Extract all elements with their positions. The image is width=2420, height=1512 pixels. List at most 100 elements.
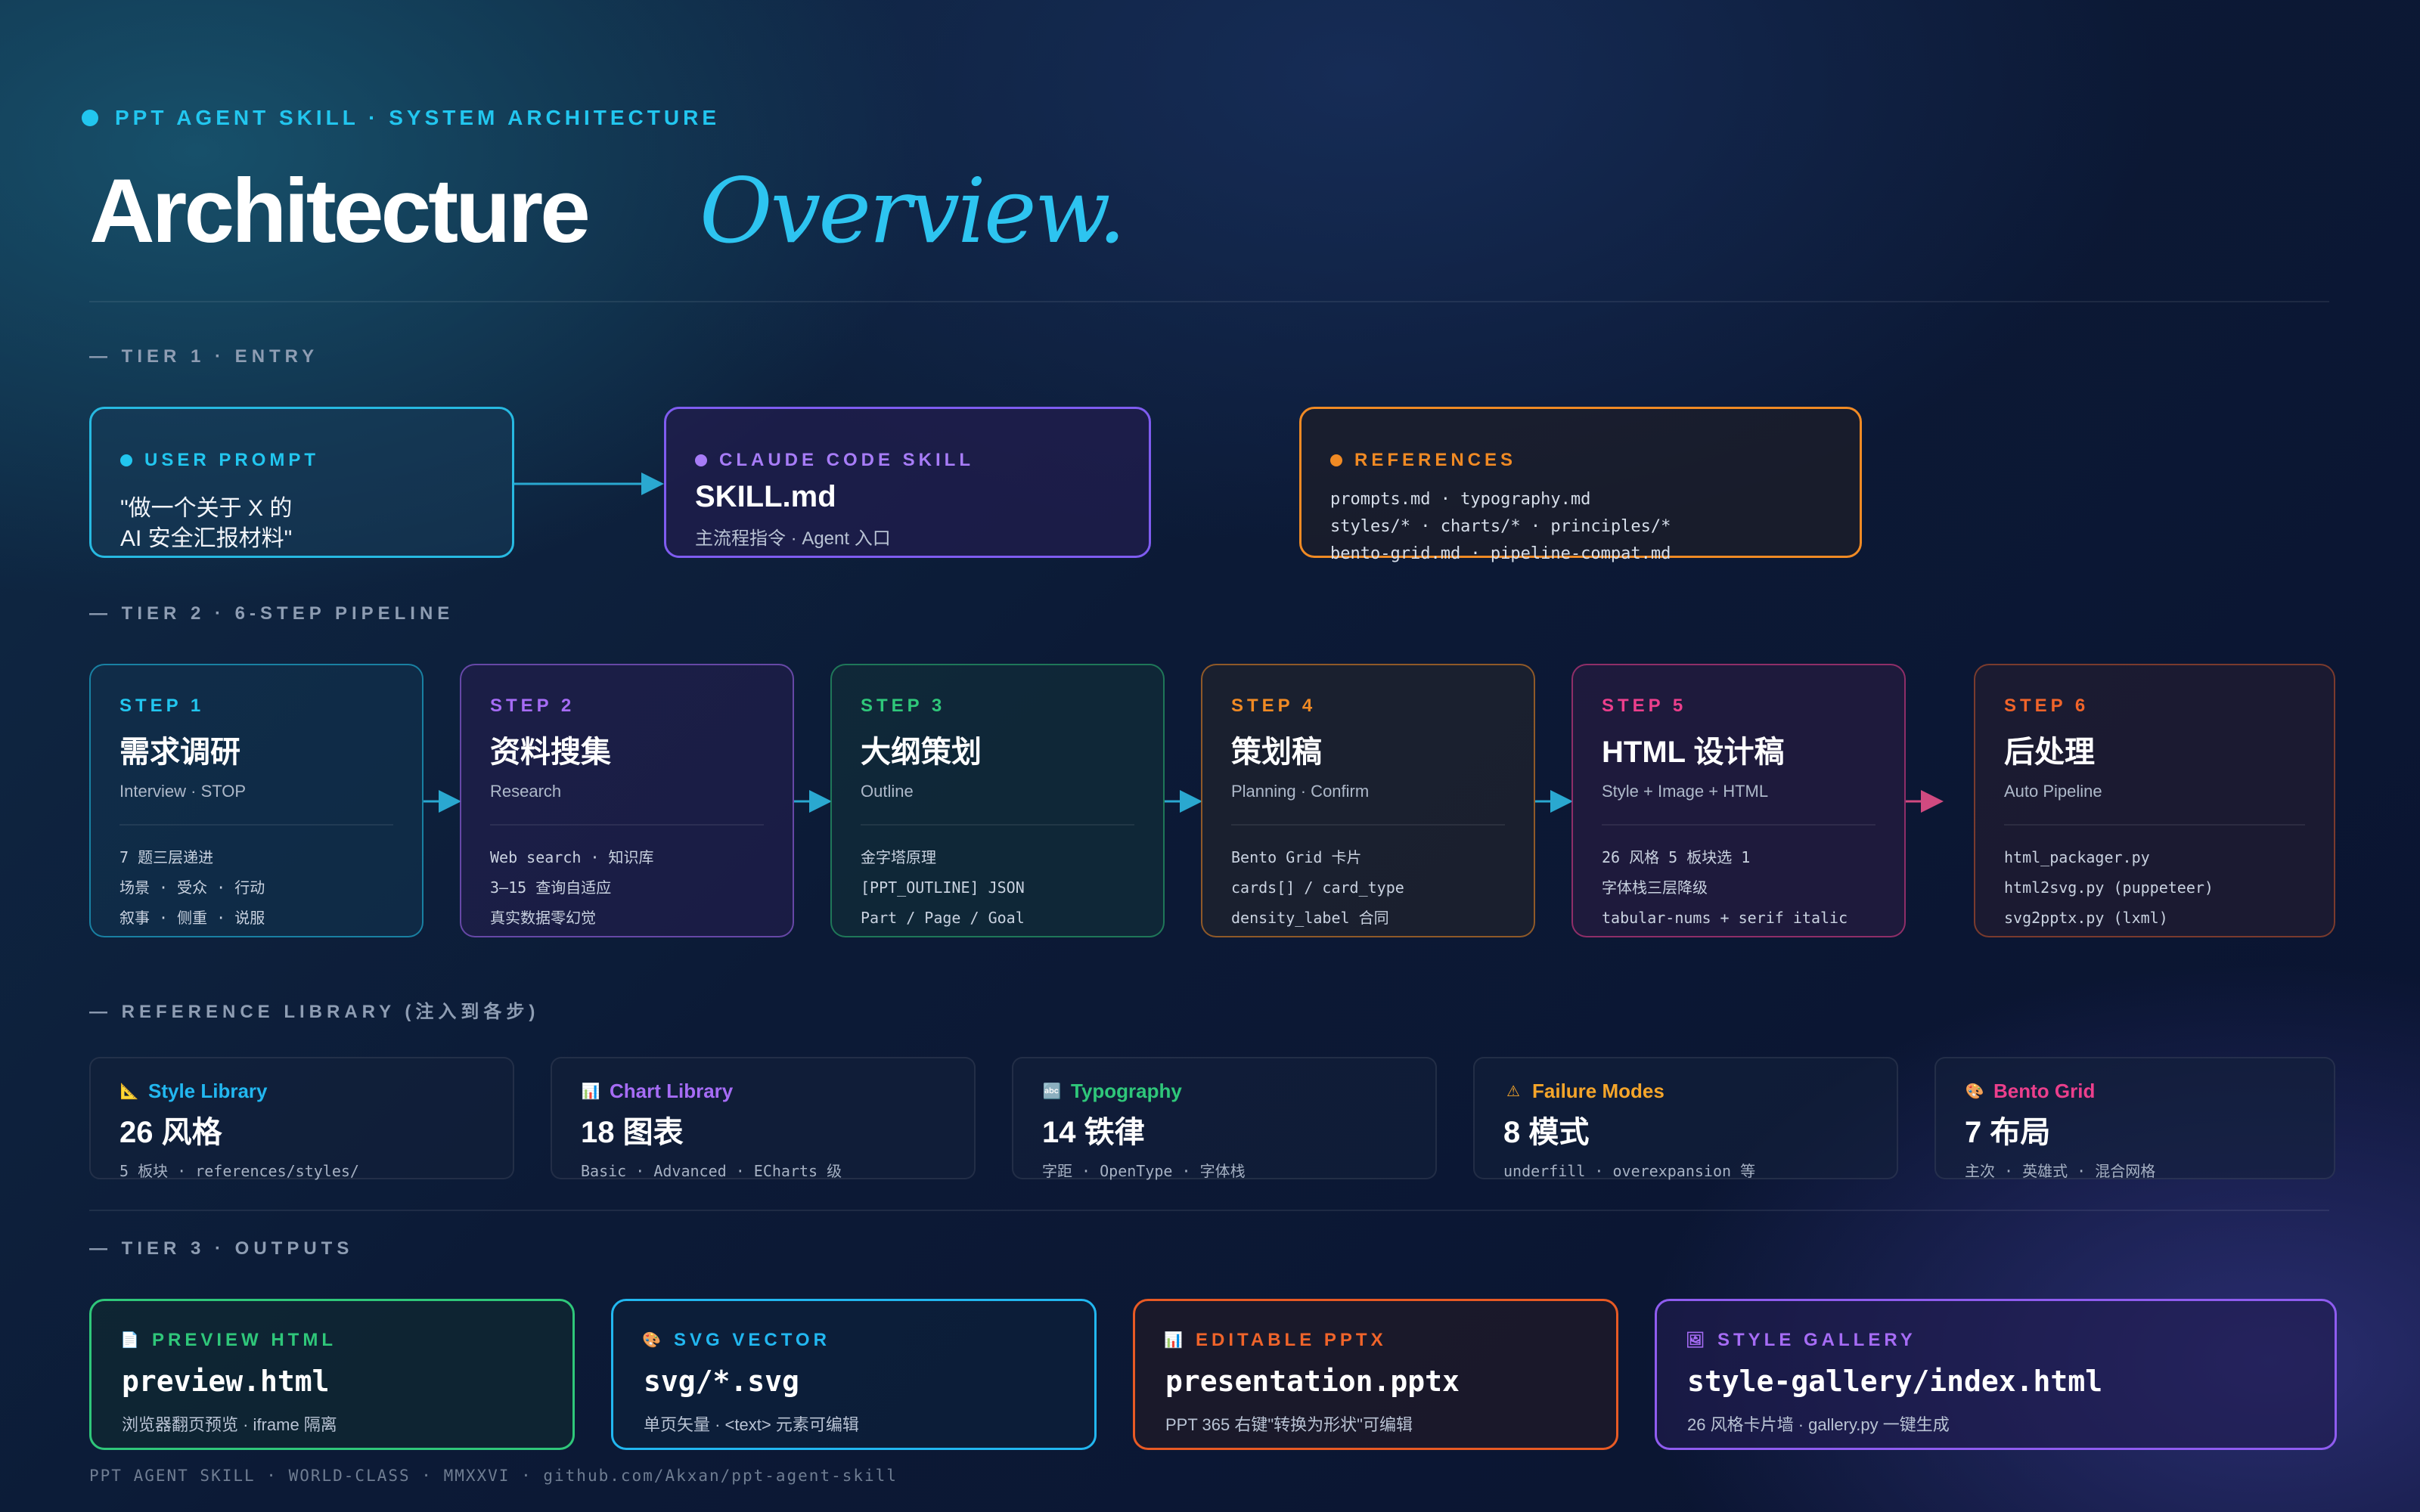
- library-card-bento: 🎨 Bento Grid 7 布局 主次 · 英雄式 · 混合网格: [1934, 1057, 2335, 1180]
- step-card-2: STEP 2 资料搜集 Research Web search · 知识库 3–…: [460, 664, 794, 937]
- warning-icon: ⚠: [1506, 1083, 1520, 1100]
- step-line: 金字塔原理: [861, 848, 936, 866]
- step-card-4: STEP 4 策划稿 Planning · Confirm Bento Grid…: [1201, 664, 1535, 937]
- claude-skill-card: CLAUDE CODE SKILL SKILL.md 主流程指令 · Agent…: [664, 407, 1151, 558]
- library-value: 7 布局: [1965, 1116, 2051, 1149]
- title-italic: Overview.: [699, 159, 1126, 263]
- step-line: 字体栈三层降级: [1602, 878, 1708, 897]
- divider: [89, 1210, 2329, 1211]
- step-divider: [119, 824, 393, 826]
- library-desc: 字距 · OpenType · 字体栈: [1042, 1162, 1246, 1180]
- output-label: EDITABLE PPTX: [1196, 1330, 1387, 1350]
- gallery-icon: 🖼: [1685, 1332, 1709, 1349]
- step-sub: Outline: [861, 782, 914, 801]
- library-value: 14 铁律: [1042, 1116, 1145, 1149]
- output-title: svg/*.svg: [644, 1365, 799, 1398]
- library-title: Chart Library: [610, 1080, 734, 1102]
- step-card-5: STEP 5 HTML 设计稿 Style + Image + HTML 26 …: [1571, 664, 1906, 937]
- chart-icon: 📊: [1164, 1332, 1187, 1349]
- step-title: 大纲策划: [861, 736, 982, 769]
- user-prompt-line2: AI 安全汇报材料": [120, 526, 293, 551]
- user-prompt-card: USER PROMPT "做一个关于 X 的 AI 安全汇报材料": [89, 407, 514, 558]
- library-label: — REFERENCE LIBRARY (注入到各步): [89, 1002, 540, 1022]
- palette-icon: 🎨: [642, 1332, 665, 1349]
- output-title: presentation.pptx: [1165, 1365, 1460, 1398]
- step-card-6: STEP 6 后处理 Auto Pipeline html_packager.p…: [1974, 664, 2335, 937]
- references-label: REFERENCES: [1354, 450, 1517, 470]
- page-title: Architecture Overview.: [89, 159, 1126, 263]
- step-line: 真实数据零幻觉: [490, 909, 596, 927]
- references-card: REFERENCES prompts.md · typography.md st…: [1299, 407, 1862, 563]
- library-value: 26 风格: [119, 1116, 222, 1149]
- output-label: STYLE GALLERY: [1717, 1330, 1916, 1350]
- tier3-label: — TIER 3 · OUTPUTS: [89, 1238, 354, 1259]
- dot-icon: [120, 454, 132, 466]
- step-label: STEP 1: [119, 696, 205, 716]
- output-label: PREVIEW HTML: [152, 1330, 337, 1350]
- type-icon: 🔤: [1042, 1083, 1062, 1100]
- output-desc: 浏览器翻页预览 · iframe 隔离: [122, 1415, 337, 1434]
- references-line1: prompts.md · typography.md: [1330, 490, 1591, 509]
- step-line: cards[] / card_type: [1231, 878, 1404, 897]
- step-title: 后处理: [2004, 736, 2095, 769]
- step-line: svg2pptx.py (lxml): [2004, 909, 2168, 927]
- step-sub: Research: [490, 782, 562, 801]
- library-desc: underfill · overexpansion 等: [1503, 1162, 1756, 1180]
- library-card-failure: ⚠ Failure Modes 8 模式 underfill · overexpa…: [1473, 1057, 1898, 1180]
- dot-icon: [695, 454, 707, 466]
- step-line: 26 风格 5 板块选 1: [1602, 848, 1751, 866]
- eyebrow: PPT AGENT SKILL · SYSTEM ARCHITECTURE: [82, 106, 720, 130]
- skill-desc: 主流程指令 · Agent 入口: [695, 528, 891, 549]
- step-sub: Planning · Confirm: [1231, 782, 1370, 801]
- step-line: html_packager.py: [2004, 848, 2150, 866]
- footer: PPT AGENT SKILL · WORLD-CLASS · MMXXVI ·…: [89, 1467, 898, 1485]
- step-divider: [1602, 824, 1876, 826]
- step-title: 资料搜集: [490, 736, 611, 769]
- library-value: 8 模式: [1503, 1116, 1590, 1149]
- library-value: 18 图表: [581, 1116, 684, 1149]
- step-line: 3–15 查询自适应: [490, 878, 612, 897]
- tier1-label: — TIER 1 · ENTRY: [89, 346, 319, 367]
- step-line: 场景 · 受众 · 行动: [119, 878, 265, 897]
- step-label: STEP 5: [1602, 696, 1687, 716]
- document-icon: 📄: [120, 1332, 143, 1349]
- step-title: HTML 设计稿: [1602, 736, 1785, 769]
- skill-title: SKILL.md: [695, 480, 836, 513]
- step-divider: [490, 824, 764, 826]
- step-line: density_label 合同: [1231, 909, 1389, 927]
- step-line: Part / Page / Goal: [861, 909, 1025, 927]
- step-label: STEP 6: [2004, 696, 2090, 716]
- output-title: style-gallery/index.html: [1687, 1365, 2103, 1398]
- step-line: 叙事 · 侧重 · 说服: [119, 909, 265, 927]
- library-card-typography: 🔤 Typography 14 铁律 字距 · OpenType · 字体栈: [1012, 1057, 1437, 1180]
- dot-icon: [1330, 454, 1342, 466]
- step-card-1: STEP 1 需求调研 Interview · STOP 7 题三层递进 场景 …: [89, 664, 424, 937]
- output-desc: 26 风格卡片墙 · gallery.py 一键生成: [1687, 1415, 1950, 1434]
- library-card-style: 📐 Style Library 26 风格 5 板块 · references/s…: [89, 1057, 514, 1180]
- output-card-pptx: 📊 EDITABLE PPTX presentation.pptx PPT 365…: [1133, 1299, 1618, 1450]
- chart-icon: 📊: [581, 1083, 600, 1100]
- output-title: preview.html: [122, 1365, 330, 1398]
- output-desc: PPT 365 右键"转换为形状"可编辑: [1165, 1415, 1413, 1434]
- step-line: 7 题三层递进: [119, 848, 214, 866]
- ruler-icon: 📐: [119, 1083, 139, 1100]
- step-divider: [2004, 824, 2305, 826]
- library-title: Style Library: [148, 1080, 268, 1102]
- user-prompt-label: USER PROMPT: [144, 450, 320, 470]
- library-title: Typography: [1071, 1080, 1182, 1102]
- step-line: tabular-nums + serif italic: [1602, 909, 1848, 927]
- output-label: SVG VECTOR: [674, 1330, 830, 1350]
- user-prompt-line1: "做一个关于 X 的: [120, 496, 293, 521]
- step-label: STEP 4: [1231, 696, 1317, 716]
- output-card-svg: 🎨 SVG VECTOR svg/*.svg 单页矢量 · <text> 元素可编…: [611, 1299, 1097, 1450]
- output-desc: 单页矢量 · <text> 元素可编辑: [644, 1415, 859, 1434]
- step-line: [PPT_OUTLINE] JSON: [861, 878, 1025, 897]
- step-title: 策划稿: [1231, 736, 1322, 769]
- step-label: STEP 2: [490, 696, 576, 716]
- library-title: Bento Grid: [1993, 1080, 2096, 1102]
- step-title: 需求调研: [119, 736, 240, 769]
- tier2-label: — TIER 2 · 6-STEP PIPELINE: [89, 603, 455, 624]
- step-line: html2svg.py (puppeteer): [2004, 878, 2214, 897]
- step-divider: [861, 824, 1134, 826]
- library-card-chart: 📊 Chart Library 18 图表 Basic · Advanced · …: [551, 1057, 976, 1180]
